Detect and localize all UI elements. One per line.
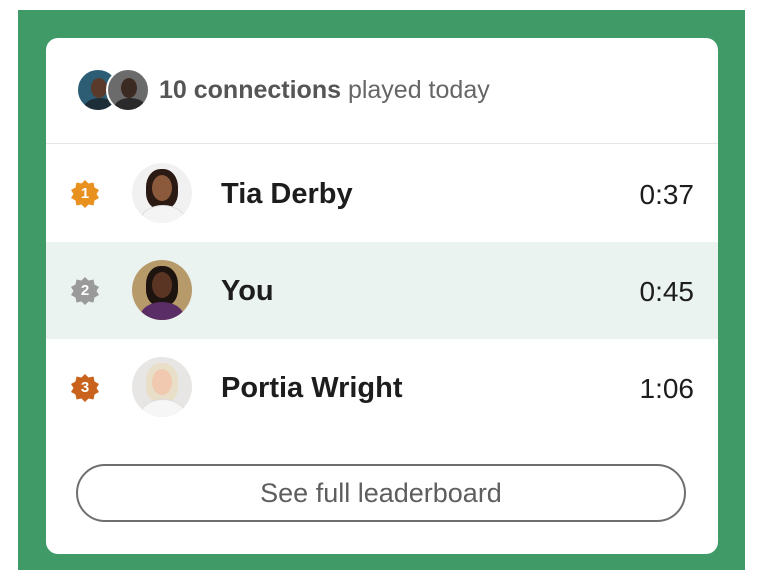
leaderboard-row-current-user[interactable]: 2 You 0:45	[46, 242, 718, 339]
player-time: 0:45	[639, 276, 695, 307]
played-today-label: played today	[341, 76, 490, 104]
player-name: You	[221, 275, 274, 307]
player-name: Tia Derby	[221, 178, 353, 210]
connections-avatars	[76, 68, 152, 114]
rank-number: 2	[80, 282, 90, 299]
leaderboard-row[interactable]: 1 Tia Derby 0:37	[46, 145, 718, 242]
player-time: 0:37	[639, 179, 695, 210]
avatar	[132, 260, 192, 320]
rank-badge-icon: 3	[70, 373, 100, 403]
rank-badge-icon: 2	[70, 276, 100, 306]
rank-number: 3	[80, 379, 90, 396]
player-time: 1:06	[639, 373, 695, 404]
rank-number: 1	[80, 185, 90, 202]
connections-count: 10 connections	[159, 76, 341, 104]
player-name: Portia Wright	[221, 372, 403, 404]
leaderboard-card: 10 connections played today 1 Tia Derby …	[46, 38, 718, 554]
leaderboard-row[interactable]: 3 Portia Wright 1:06	[46, 339, 718, 436]
leaderboard-header: 10 connections played today	[46, 38, 718, 144]
avatar	[132, 163, 192, 223]
rank-badge-icon: 1	[70, 179, 100, 209]
connection-avatar	[106, 68, 150, 112]
see-full-leaderboard-button[interactable]: See full leaderboard	[76, 464, 686, 522]
avatar	[132, 357, 192, 417]
connections-played-text: 10 connections played today	[159, 76, 490, 105]
